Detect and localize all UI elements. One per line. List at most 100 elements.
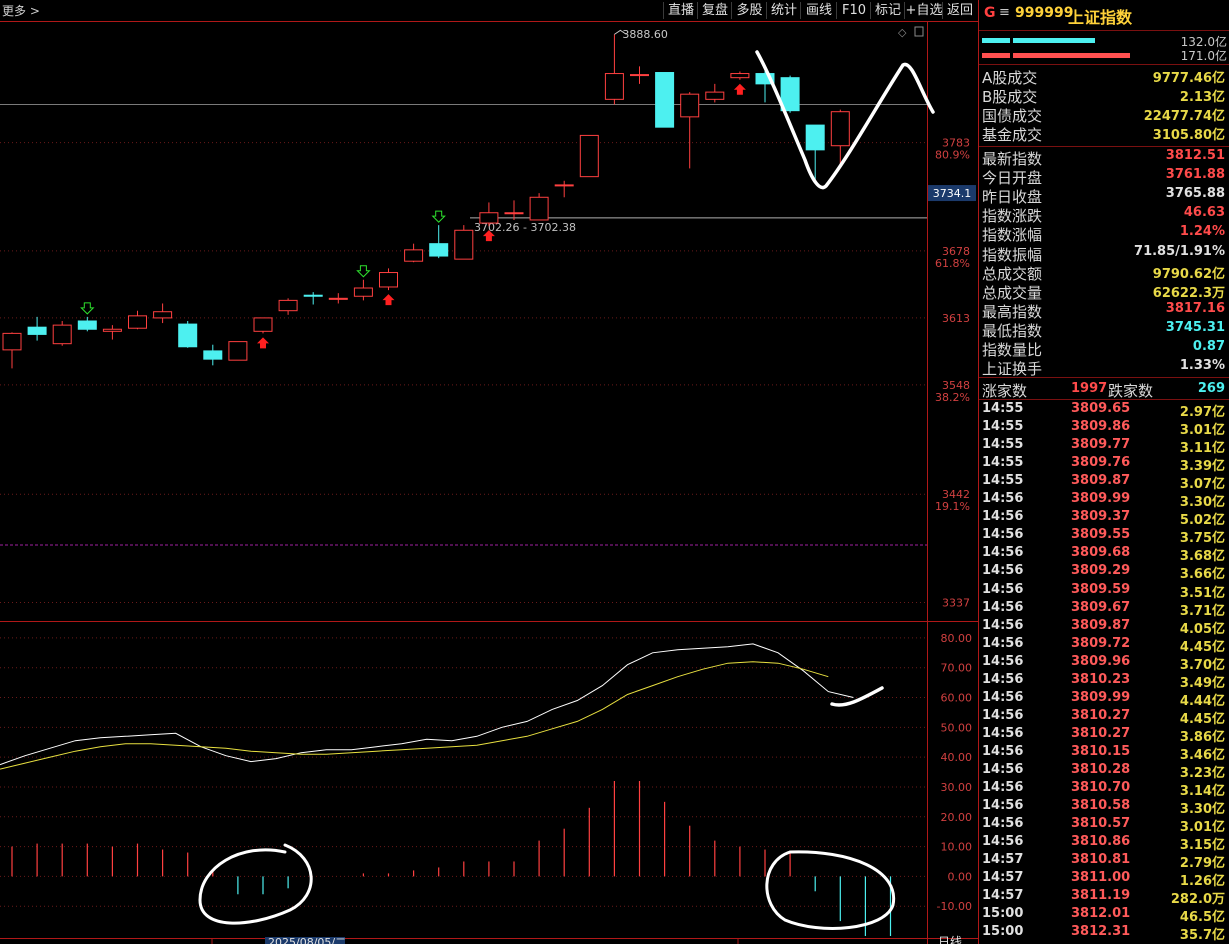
candle-up (604, 73, 624, 100)
tick-row: 14:55 3809.86 3.01亿 (979, 419, 1229, 438)
tick-time: 14:56 (982, 707, 1024, 723)
stat-row-value: 3812.51 (1165, 148, 1225, 163)
candle-down (178, 323, 198, 348)
tick-price: 3809.65 (1071, 401, 1131, 416)
toolbar: 更多 > 直播 复盘 多股 统计 画线 F10 标记 +自选 返回 (0, 0, 978, 21)
tick-row: 14:56 3810.28 3.23亿 (979, 762, 1229, 781)
tick-time: 14:55 (982, 401, 1024, 416)
signal-up-arrow (382, 294, 395, 306)
tick-amount: 3.75亿 (1179, 531, 1225, 547)
tick-row: 14:55 3809.76 3.39亿 (979, 455, 1229, 475)
tick-row: 14:57 3810.81 2.79亿 (979, 852, 1229, 871)
flow-bar-bottom-2 (1013, 53, 1130, 58)
review-button[interactable]: 复盘 (697, 2, 732, 19)
stat-row-value: 71.85/1.91% (1134, 243, 1225, 259)
price-tick-label: 3337 (942, 596, 970, 609)
tick-amount: 3.71亿 (1179, 603, 1225, 619)
volume-row-value: 3105.80亿 (1152, 128, 1225, 143)
tick-time: 14:55 (982, 455, 1024, 471)
multi-stock-button[interactable]: 多股 (731, 2, 767, 19)
statistics-button[interactable]: 统计 (766, 2, 801, 19)
more-menu-button[interactable]: 更多 > (2, 2, 40, 19)
volume-row-label: 基金成交 (982, 126, 1043, 144)
candle-up (454, 229, 474, 260)
tick-row: 15:00 3812.01 46.5亿 (979, 906, 1229, 926)
tick-row: 14:56 3810.23 3.49亿 (979, 671, 1229, 691)
tick-time: 14:55 (982, 437, 1024, 453)
tick-amount: 2.97亿 (1179, 405, 1225, 420)
tick-time: 14:56 (982, 509, 1024, 525)
tick-amount: 4.45亿 (1179, 639, 1225, 655)
tick-row: 14:56 3809.87 4.05亿 (979, 618, 1229, 637)
stat-row-value: 46.63 (1183, 205, 1225, 221)
signal-up-arrow (257, 337, 269, 349)
tick-amount: 3.30亿 (1179, 495, 1225, 511)
tick-amount: 3.11亿 (1179, 441, 1225, 457)
indicator-tick-label: 60.00 (941, 692, 973, 705)
signal-up-arrow (733, 83, 746, 95)
tick-row: 14:55 3809.65 2.97亿 (979, 401, 1229, 420)
back-button[interactable]: 返回 (942, 2, 977, 19)
menu-icon[interactable]: ≡ (999, 5, 1010, 20)
hand-drawn-upturn-line (830, 686, 884, 707)
tick-amount: 4.44亿 (1179, 693, 1225, 709)
tick-price: 3809.99 (1071, 491, 1131, 507)
tick-price: 3809.96 (1071, 653, 1131, 669)
candle-up (579, 134, 599, 178)
tick-price: 3809.68 (1071, 545, 1131, 561)
tick-time: 14:56 (982, 671, 1024, 687)
add-watchlist-button[interactable]: +自选 (904, 2, 943, 19)
candle-up (705, 91, 725, 100)
tick-time: 14:56 (982, 834, 1024, 850)
tick-price: 3809.87 (1071, 473, 1131, 489)
flag-label: G (984, 5, 996, 21)
volume-row-value: 22477.74亿 (1143, 109, 1225, 124)
tick-row: 14:56 3809.55 3.75亿 (979, 527, 1229, 547)
tick-amount: 3.39亿 (1179, 459, 1225, 475)
tick-amount: 5.02亿 (1179, 513, 1225, 529)
candle-up (353, 287, 373, 297)
tick-time: 14:56 (982, 563, 1024, 579)
candle-up (328, 297, 348, 300)
tick-price: 3810.15 (1071, 743, 1131, 759)
tick-row: 14:56 3809.99 3.30亿 (979, 491, 1229, 511)
candle-up (680, 93, 700, 118)
tick-row: 14:56 3810.86 3.15亿 (979, 834, 1229, 853)
flow-bottom-value: 171.0亿 (1180, 49, 1227, 63)
candle-up (730, 73, 750, 79)
volume-row: B股成交 2.13亿 (979, 86, 1229, 106)
indicator-tick-label: -10.00 (937, 900, 972, 913)
volume-row: 国债成交 22477.74亿 (979, 105, 1229, 125)
tick-row: 14:56 3810.58 3.30亿 (979, 798, 1229, 817)
candle-up (278, 299, 298, 312)
indicator-tick-label: 80.00 (941, 632, 973, 645)
tick-amount: 46.5亿 (1179, 910, 1225, 926)
candle-down (805, 124, 825, 151)
tick-time: 14:55 (982, 419, 1024, 435)
f10-button[interactable]: F10 (836, 2, 871, 19)
mark-button[interactable]: 标记 (870, 2, 905, 19)
tick-amount: 282.0万 (1170, 892, 1225, 908)
tick-price: 3809.67 (1071, 599, 1131, 615)
tick-price: 3810.58 (1071, 798, 1131, 814)
draw-line-button[interactable]: 画线 (800, 2, 837, 19)
candle-up (253, 317, 273, 332)
indicator-tick-label: 0.00 (948, 870, 973, 883)
volume-row: A股成交 9777.46亿 (979, 67, 1229, 87)
candle-down (655, 72, 675, 128)
period-label: 日线 (938, 935, 962, 944)
fib-pct-label: 19.1% (935, 500, 970, 513)
stat-row-value: 3765.88 (1165, 186, 1225, 202)
tick-row: 14:55 3809.87 3.07亿 (979, 473, 1229, 492)
candle-down (303, 294, 323, 297)
stat-row-label: 今日开盘 (982, 169, 1043, 188)
decliners-label: 跌家数 (1108, 382, 1154, 400)
live-button[interactable]: 直播 (663, 2, 698, 19)
stat-row-label: 指数振幅 (982, 245, 1043, 264)
chart-canvas[interactable]: 33373442354836133678378380.9%61.8%38.2%1… (0, 0, 978, 944)
fib-pct-label: 80.9% (935, 149, 970, 162)
stat-row-label: 总成交额 (982, 264, 1043, 283)
tick-price: 3809.59 (1071, 581, 1131, 597)
tick-row: 14:56 3809.99 4.44亿 (979, 690, 1229, 709)
tick-row: 14:56 3810.27 3.86亿 (979, 726, 1229, 745)
